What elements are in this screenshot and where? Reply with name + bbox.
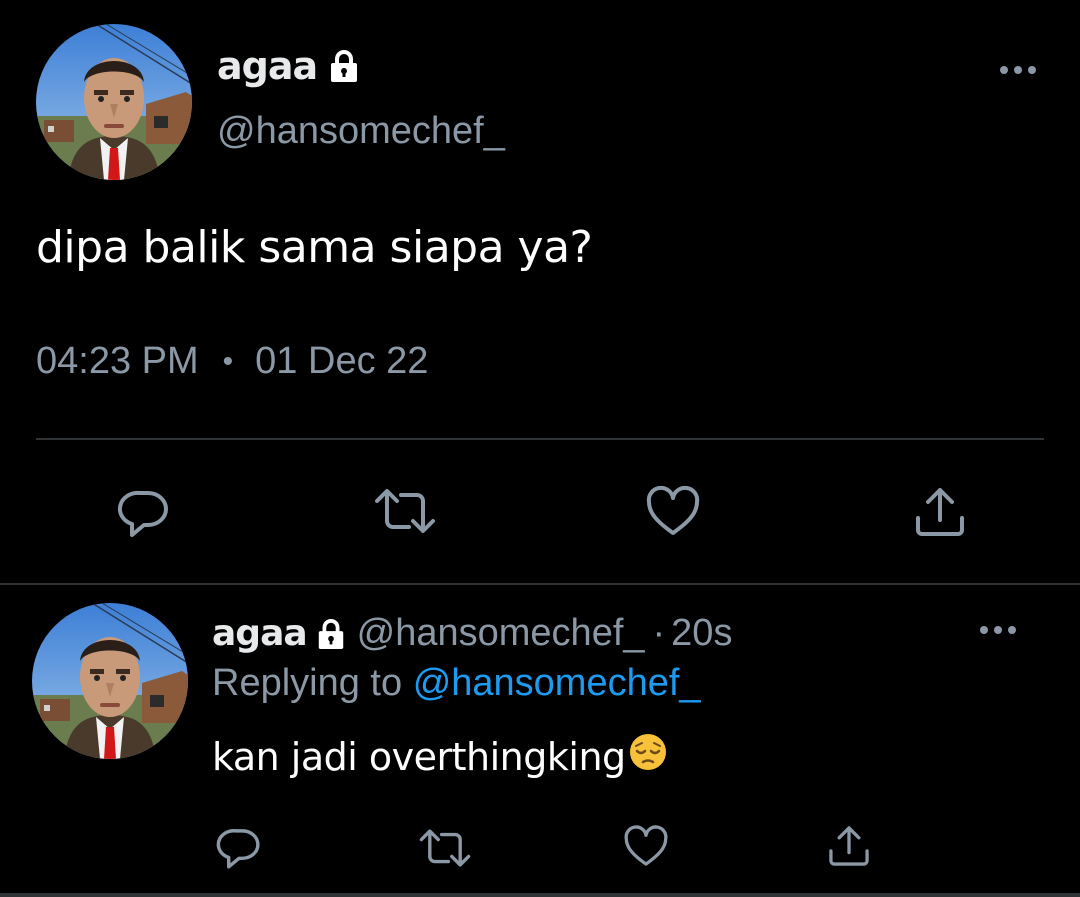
divider (36, 438, 1044, 440)
reply-icon[interactable] (215, 824, 263, 872)
share-icon[interactable] (912, 484, 968, 540)
lock-icon (327, 49, 361, 83)
retweet-icon[interactable] (373, 487, 437, 535)
reply-separator: · (652, 612, 666, 654)
replying-to-label: Replying to (212, 662, 403, 704)
replying-to-mention[interactable]: @hansomechef_ (413, 662, 701, 704)
heart-icon[interactable] (645, 485, 701, 537)
bottom-border (0, 893, 1080, 897)
more-icon[interactable] (998, 60, 1038, 80)
reply-avatar[interactable] (32, 603, 188, 759)
reply-tweet-text: kan jadi overthingking (212, 732, 668, 781)
main-time: 04:23 PM (36, 340, 199, 382)
reply-display-name[interactable]: agaa (212, 613, 308, 654)
reply-header: agaa @hansomechef_ · 20s (212, 612, 732, 655)
main-display-name[interactable]: agaa (217, 44, 318, 88)
share-icon[interactable] (826, 823, 872, 869)
reply-text-content: kan jadi overthingking (212, 734, 626, 779)
main-avatar[interactable] (36, 24, 192, 180)
retweet-icon[interactable] (418, 827, 472, 869)
reply-icon[interactable] (116, 485, 172, 541)
reply-handle[interactable]: @hansomechef_ (357, 612, 645, 655)
reply-time[interactable]: 20s (671, 612, 732, 655)
main-date: 01 Dec 22 (255, 340, 429, 382)
main-author[interactable]: agaa (217, 44, 361, 88)
main-tweet-text: dipa balik sama siapa ya? (36, 222, 593, 273)
meta-dot: • (222, 344, 234, 378)
main-timestamp: 04:23 PM • 01 Dec 22 (36, 340, 428, 383)
replying-to: Replying to @hansomechef_ (212, 662, 701, 705)
lock-icon (315, 618, 347, 650)
tweet-separator (0, 583, 1080, 585)
main-handle[interactable]: @hansomechef_ (217, 110, 505, 153)
heart-icon[interactable] (623, 824, 669, 868)
pensive-face-icon (628, 732, 668, 781)
more-icon[interactable] (978, 620, 1018, 640)
